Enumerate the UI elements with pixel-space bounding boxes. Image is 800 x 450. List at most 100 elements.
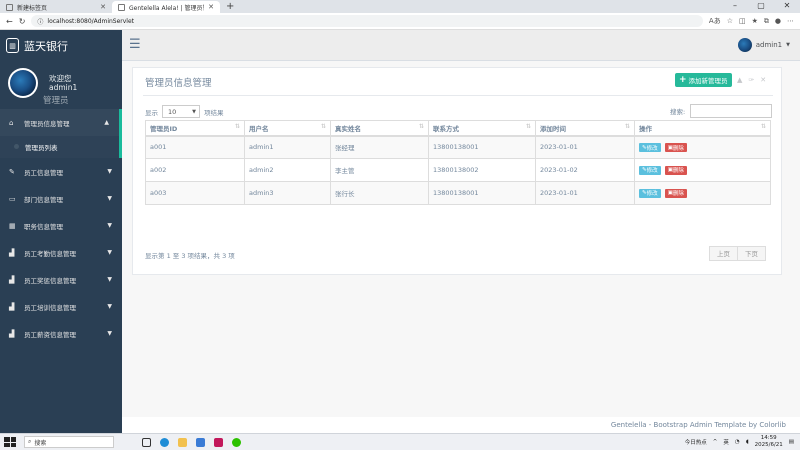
column-header-actions[interactable]: 操作 ⇅ bbox=[634, 120, 771, 137]
browser-tab-admin[interactable]: Gentelella Alela! | 管理员管理 ✕ bbox=[112, 1, 220, 13]
collapse-icon[interactable]: ▲ bbox=[737, 76, 742, 84]
weather-text[interactable]: 今日热点 bbox=[685, 438, 707, 446]
wrench-icon[interactable]: ✑ bbox=[748, 76, 754, 84]
table-info: 显示第 1 至 3 项结果，共 3 项 bbox=[145, 252, 235, 260]
page-icon bbox=[118, 3, 125, 11]
column-header-phone[interactable]: 联系方式 ⇅ bbox=[428, 120, 536, 137]
chevron-up-icon[interactable]: ^ bbox=[713, 439, 718, 445]
search-input[interactable] bbox=[690, 104, 773, 118]
content-panel: 管理员信息管理 + 添加新管理员 ▲ ✑ ✕ 显示 10 ▼ 项结果 搜索: 管… bbox=[132, 67, 782, 275]
length-suffix: 项结果 bbox=[204, 108, 224, 117]
sidebar-item-position-info[interactable]: ▦ 职务信息管理 ▼ bbox=[0, 212, 122, 239]
chevron-down-icon: ▼ bbox=[107, 195, 112, 202]
window-controls: – ▢ ✕ bbox=[722, 0, 800, 12]
brand-title: 蓝天银行 bbox=[24, 39, 68, 53]
sidebar-item-department-info[interactable]: ▭ 部门信息管理 ▼ bbox=[0, 185, 122, 212]
sidebar-item-admin-management[interactable]: ⌂ 管理员信息管理 ▲ bbox=[0, 109, 122, 136]
column-header-username[interactable]: 用户名 ⇅ bbox=[244, 120, 331, 137]
more-icon[interactable]: ⋯ bbox=[787, 17, 794, 25]
store-icon[interactable] bbox=[196, 437, 205, 447]
cell-phone: 13800138001 bbox=[428, 135, 536, 159]
menu-toggle-icon[interactable]: ☰ bbox=[129, 38, 141, 51]
intellij-icon[interactable] bbox=[214, 437, 223, 447]
side-menu: ⌂ 管理员信息管理 ▲ 管理员列表 ✎ 员工信息管理 ▼ ▭ 部门信息管理 ▼ … bbox=[0, 109, 122, 347]
next-page-button[interactable]: 下页 bbox=[737, 247, 765, 260]
translate-icon[interactable]: Aあ bbox=[709, 16, 721, 26]
edge-icon[interactable] bbox=[160, 437, 169, 447]
edit-button[interactable]: ✎ 修改 bbox=[639, 165, 661, 175]
footer: Gentelella - Bootstrap Admin Template by… bbox=[122, 417, 800, 433]
cell-username: admin1 bbox=[244, 135, 331, 159]
page-length-select[interactable]: 10 ▼ bbox=[162, 105, 200, 118]
sidebar-subitem-admin-list[interactable]: 管理员列表 bbox=[0, 136, 119, 158]
delete-button[interactable]: ▣ 删除 bbox=[664, 188, 687, 198]
network-icon[interactable]: ◔ bbox=[735, 439, 740, 445]
bar-chart-icon: ▟ bbox=[9, 248, 15, 257]
profile-role: 管理员 bbox=[43, 96, 69, 106]
ime-icon[interactable]: 英 bbox=[723, 438, 729, 446]
collections-icon[interactable]: ⧉ bbox=[764, 17, 769, 26]
edit-button[interactable]: ✎ 修改 bbox=[639, 188, 661, 198]
sidebar-item-label: 部门信息管理 bbox=[24, 195, 63, 204]
user-dropdown[interactable]: admin1 ▼ bbox=[737, 38, 790, 52]
sidebar-item-salary-info[interactable]: ▟ 员工薪资信息管理 ▼ bbox=[0, 320, 122, 347]
sidebar-item-training-info[interactable]: ▟ 员工培训信息管理 ▼ bbox=[0, 293, 122, 320]
plus-icon: + bbox=[679, 74, 687, 85]
delete-button[interactable]: ▣ 删除 bbox=[664, 143, 687, 152]
sidebar-item-label: 员工培训信息管理 bbox=[24, 303, 76, 312]
url-field[interactable]: ⓘ localhost:8080/AdminServlet bbox=[31, 15, 703, 27]
taskbar-search[interactable]: ⌕ 搜索 bbox=[24, 436, 114, 448]
sidebar-item-label: 员工信息管理 bbox=[24, 168, 63, 177]
minimize-icon[interactable]: – bbox=[722, 0, 748, 12]
profile-username: admin1 bbox=[49, 83, 78, 92]
volume-icon[interactable]: ◖ bbox=[746, 439, 749, 445]
chevron-down-icon: ▼ bbox=[107, 330, 112, 337]
wechat-icon[interactable] bbox=[232, 437, 241, 447]
reload-icon[interactable]: ↻ bbox=[19, 17, 26, 26]
search-label: 搜索: bbox=[670, 108, 686, 116]
prev-page-button[interactable]: 上页 bbox=[710, 247, 737, 260]
column-header-date[interactable]: 添加时间 ⇅ bbox=[535, 120, 635, 137]
delete-button[interactable]: ▣ 删除 bbox=[664, 165, 687, 175]
profile-icon[interactable]: ● bbox=[775, 17, 781, 25]
browser-tab-newtab[interactable]: 新建标签页 ✕ bbox=[0, 1, 112, 13]
edit-icon: ✎ bbox=[9, 167, 15, 176]
column-header-realname[interactable]: 真实姓名 ⇅ bbox=[330, 120, 429, 137]
close-icon[interactable]: ✕ bbox=[760, 76, 766, 84]
clock[interactable]: 14:59 2025/6/21 bbox=[755, 435, 783, 449]
cell-actions: ✎ 修改 ▣ 删除 bbox=[634, 181, 771, 205]
sidebar-item-label: 员工考勤信息管理 bbox=[24, 249, 76, 258]
edit-button[interactable]: ✎ 修改 bbox=[639, 143, 661, 152]
close-icon[interactable]: ✕ bbox=[208, 3, 214, 11]
close-window-icon[interactable]: ✕ bbox=[774, 0, 800, 12]
notification-icon[interactable]: ▤ bbox=[789, 439, 794, 445]
table-header-row: 管理员ID ⇅ 用户名 ⇅ 真实姓名 ⇅ 联系方式 ⇅ 添加时间 ⇅ 操作 ⇅ bbox=[145, 120, 771, 137]
sidebar-item-attendance-info[interactable]: ▟ 员工考勤信息管理 ▼ bbox=[0, 239, 122, 266]
favorite-icon[interactable]: ☆ bbox=[727, 17, 733, 25]
cell-realname: 张行长 bbox=[330, 181, 429, 205]
profile-info: 欢迎您 admin1 bbox=[49, 74, 77, 92]
new-tab-button[interactable]: + bbox=[220, 1, 240, 13]
taskbar-apps bbox=[142, 437, 241, 447]
cell-phone: 13800138001 bbox=[428, 181, 536, 205]
close-icon[interactable]: ✕ bbox=[100, 3, 106, 11]
favorites-icon[interactable]: ★ bbox=[752, 17, 758, 25]
sidebar-item-reward-info[interactable]: ▟ 员工奖惩信息管理 ▼ bbox=[0, 266, 122, 293]
windows-start-icon[interactable] bbox=[4, 437, 16, 447]
file-explorer-icon[interactable] bbox=[178, 437, 187, 447]
add-admin-button[interactable]: + 添加新管理员 bbox=[675, 73, 732, 87]
maximize-icon[interactable]: ▢ bbox=[748, 0, 774, 12]
sidebar-item-employee-info[interactable]: ✎ 员工信息管理 ▼ bbox=[0, 158, 122, 185]
sidebar-item-label: 员工奖惩信息管理 bbox=[24, 276, 76, 285]
chevron-down-icon: ▼ bbox=[786, 42, 790, 48]
url-text: localhost:8080/AdminServlet bbox=[47, 17, 135, 25]
length-prefix: 显示 bbox=[145, 108, 158, 117]
back-icon[interactable]: ← bbox=[6, 17, 13, 26]
split-screen-icon[interactable]: ◫ bbox=[739, 17, 746, 25]
brand[interactable]: ▥ 蓝天银行 bbox=[0, 30, 122, 61]
task-view-icon[interactable] bbox=[142, 437, 151, 447]
table-search: 搜索: bbox=[670, 104, 773, 118]
column-header-id[interactable]: 管理员ID ⇅ bbox=[145, 120, 245, 137]
add-admin-label: 添加新管理员 bbox=[688, 77, 728, 85]
sort-asc-icon: ⇅ bbox=[234, 122, 240, 130]
